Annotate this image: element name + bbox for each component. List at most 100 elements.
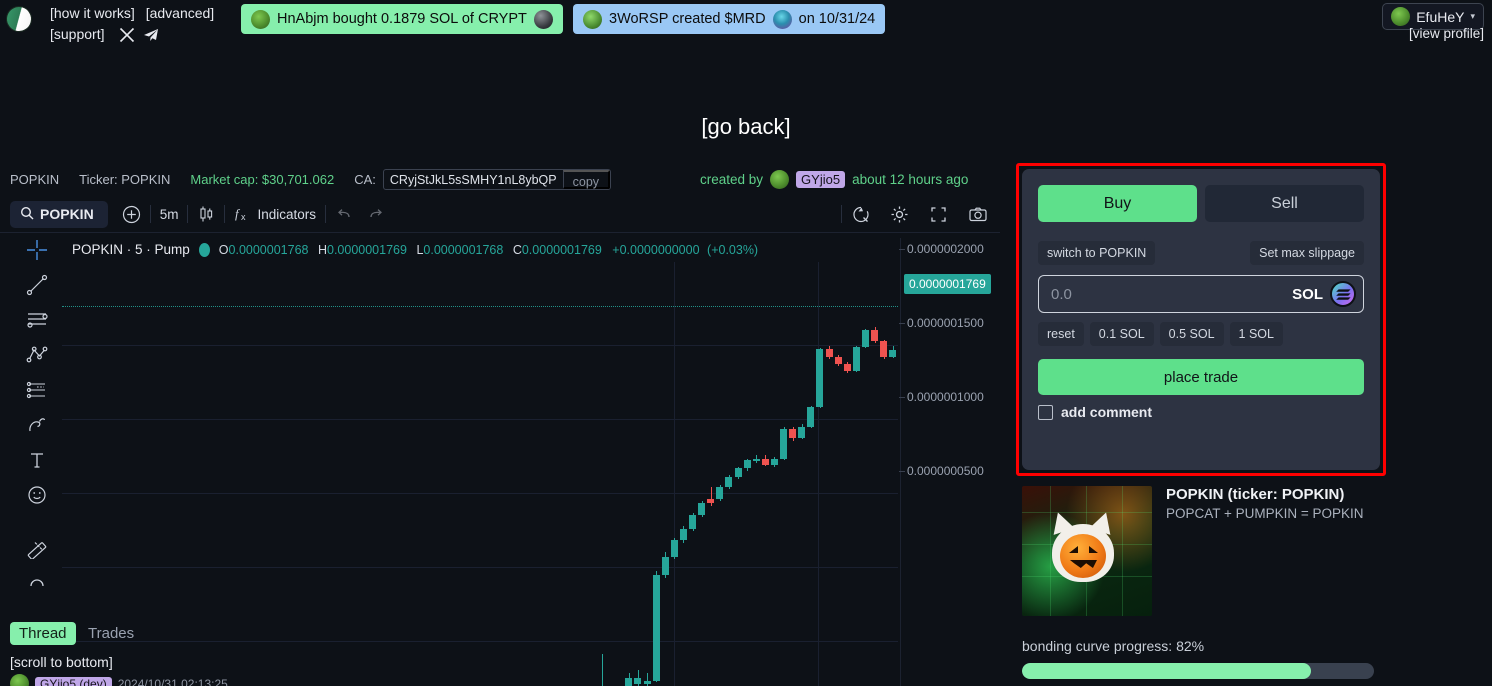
o-value: 0.0000001768 xyxy=(228,242,309,257)
interval-button[interactable]: 5m xyxy=(160,207,179,222)
ticker-item-created[interactable]: 3WoRSP created $MRD on 10/31/24 xyxy=(573,4,886,34)
token-name: POPKIN xyxy=(10,171,60,187)
toolbar-divider xyxy=(187,205,189,223)
nav-advanced[interactable]: [advanced] xyxy=(146,5,215,21)
toolbar-divider xyxy=(841,205,842,223)
dark-token-avatar xyxy=(533,9,553,29)
toolbar-divider xyxy=(149,205,151,223)
quick-amount-0.5[interactable]: 0.5 SOL xyxy=(1159,322,1224,346)
indicators-button[interactable]: Indicators xyxy=(257,207,316,222)
currency-label: SOL xyxy=(1292,285,1323,303)
x-icon[interactable] xyxy=(119,27,135,43)
price-chart: POPKIN 5m fx Indicators POPKIN · 5 · Pum… xyxy=(0,196,1000,686)
scroll-to-bottom-link[interactable]: [scroll to bottom] xyxy=(10,654,113,670)
tab-trades[interactable]: Trades xyxy=(83,622,139,645)
site-logo[interactable] xyxy=(1,1,38,38)
trade-panel: Buy Sell switch to POPKIN Set max slippa… xyxy=(1022,169,1380,470)
change-percent: (+0.03%) xyxy=(707,242,759,257)
chart-symbol-title: POPKIN · 5 · Pump xyxy=(72,242,190,257)
gear-icon[interactable] xyxy=(890,205,909,224)
emoji-tool[interactable] xyxy=(23,483,51,507)
nav-support[interactable]: [support] xyxy=(50,25,104,44)
magnet-tool[interactable] xyxy=(23,570,51,594)
bonding-curve-label: bonding curve progress: 82% xyxy=(1022,638,1205,654)
fib-tool[interactable] xyxy=(23,378,51,402)
thread-username[interactable]: GYjio5 (dev) xyxy=(35,676,112,686)
price-tick: 0.0000001500 xyxy=(899,316,984,330)
symbol-label: POPKIN xyxy=(40,206,94,222)
redo-icon[interactable] xyxy=(367,205,385,223)
creator-avatar xyxy=(770,169,790,189)
buy-button[interactable]: Buy xyxy=(1038,185,1197,222)
contract-address-box: CRyjStJkL5sSMHY1nL8ybQP copy xyxy=(382,168,612,190)
ticker-date: on 10/31/24 xyxy=(798,11,876,27)
plus-circle-icon[interactable] xyxy=(122,205,141,224)
sell-button[interactable]: Sell xyxy=(1205,185,1364,222)
replay-icon[interactable] xyxy=(851,205,870,224)
clown-token-avatar xyxy=(772,9,792,29)
search-icon xyxy=(20,206,34,223)
add-comment-checkbox[interactable] xyxy=(1038,404,1053,420)
view-profile-link[interactable]: [view profile] xyxy=(1409,26,1484,41)
current-price-line xyxy=(62,306,898,307)
series-color-dot xyxy=(198,242,210,257)
go-back-link[interactable]: [go back] xyxy=(0,114,1492,140)
camera-icon[interactable] xyxy=(968,205,988,224)
ticker-text: 3WoRSP created $MRD xyxy=(609,11,766,27)
candlestick-style-icon[interactable] xyxy=(197,205,215,223)
add-comment-row: add comment xyxy=(1038,404,1364,420)
copy-button[interactable]: copy xyxy=(562,169,611,189)
c-label: C xyxy=(512,242,522,257)
bonding-curve-fill xyxy=(1022,663,1311,679)
fullscreen-icon[interactable] xyxy=(929,205,948,224)
thread-avatar xyxy=(10,674,29,686)
telegram-icon[interactable] xyxy=(143,27,159,43)
frog-avatar-2 xyxy=(583,9,602,29)
bonding-curve-track xyxy=(1022,663,1374,679)
market-cap: Market cap: $30,701.062 xyxy=(190,171,335,187)
token-info-title: POPKIN (ticker: POPKIN) xyxy=(1166,486,1345,503)
nav-how-it-works[interactable]: [how it works] xyxy=(50,5,135,21)
measure-tool[interactable] xyxy=(23,535,51,559)
crosshair-tool[interactable] xyxy=(23,238,51,262)
solana-coin-icon xyxy=(1330,281,1356,307)
token-info-description: POPCAT + PUMPKIN = POPKIN xyxy=(1166,506,1364,521)
symbol-search-button[interactable]: POPKIN xyxy=(10,200,108,228)
creator-name[interactable]: GYjio5 xyxy=(796,170,846,188)
price-tick: 0.0000000500 xyxy=(899,464,984,478)
buy-sell-toggle: Buy Sell xyxy=(1038,185,1364,222)
chart-legend: POPKIN · 5 · Pump O0.0000001768 H0.00000… xyxy=(72,242,758,257)
trend-line-tool[interactable] xyxy=(23,273,51,297)
creator-row: created by GYjio5 about 12 hours ago xyxy=(700,168,968,190)
ticker-item-buy[interactable]: HnAbjm bought 0.1879 SOL of CRYPT xyxy=(241,4,563,34)
l-value: 0.0000001768 xyxy=(423,242,504,257)
amount-input[interactable] xyxy=(1051,285,1293,303)
text-tool[interactable] xyxy=(23,448,51,472)
place-trade-button[interactable]: place trade xyxy=(1038,359,1364,395)
thread-first-row: GYjio5 (dev) 2024/10/31 02:13:25 xyxy=(10,674,228,686)
set-max-slippage-button[interactable]: Set max slippage xyxy=(1250,241,1364,265)
frog-avatar xyxy=(251,9,270,29)
trade-options-row: switch to POPKIN Set max slippage xyxy=(1038,241,1364,265)
nav-links: [how it works] [advanced] [support] xyxy=(50,4,240,44)
toolbar-divider xyxy=(224,205,226,223)
tab-thread[interactable]: Thread xyxy=(10,622,76,645)
quick-amount-1[interactable]: 1 SOL xyxy=(1229,322,1283,346)
quick-amount-0.1[interactable]: 0.1 SOL xyxy=(1089,322,1154,346)
pitchfork-tool[interactable] xyxy=(23,343,51,367)
switch-currency-button[interactable]: switch to POPKIN xyxy=(1038,241,1156,265)
undo-icon[interactable] xyxy=(335,205,353,223)
ca-label: CA: xyxy=(354,171,376,187)
brush-tool[interactable] xyxy=(23,413,51,437)
chart-toolbar-right xyxy=(832,205,1000,224)
thread-timestamp: 2024/10/31 02:13:25 xyxy=(117,676,228,686)
horizontal-lines-tool[interactable] xyxy=(23,308,51,332)
popkin-token-image xyxy=(1022,486,1152,616)
fx-icon[interactable]: fx xyxy=(234,205,252,223)
chevron-down-icon: ▾ xyxy=(1470,11,1475,21)
reset-amount-button[interactable]: reset xyxy=(1038,322,1084,346)
quick-amount-row: reset 0.1 SOL 0.5 SOL 1 SOL xyxy=(1038,322,1364,346)
h-value: 0.0000001769 xyxy=(327,242,407,257)
ohlc-values: O0.0000001768 H0.0000001769 L0.000000176… xyxy=(219,243,758,257)
h-label: H xyxy=(317,242,327,257)
